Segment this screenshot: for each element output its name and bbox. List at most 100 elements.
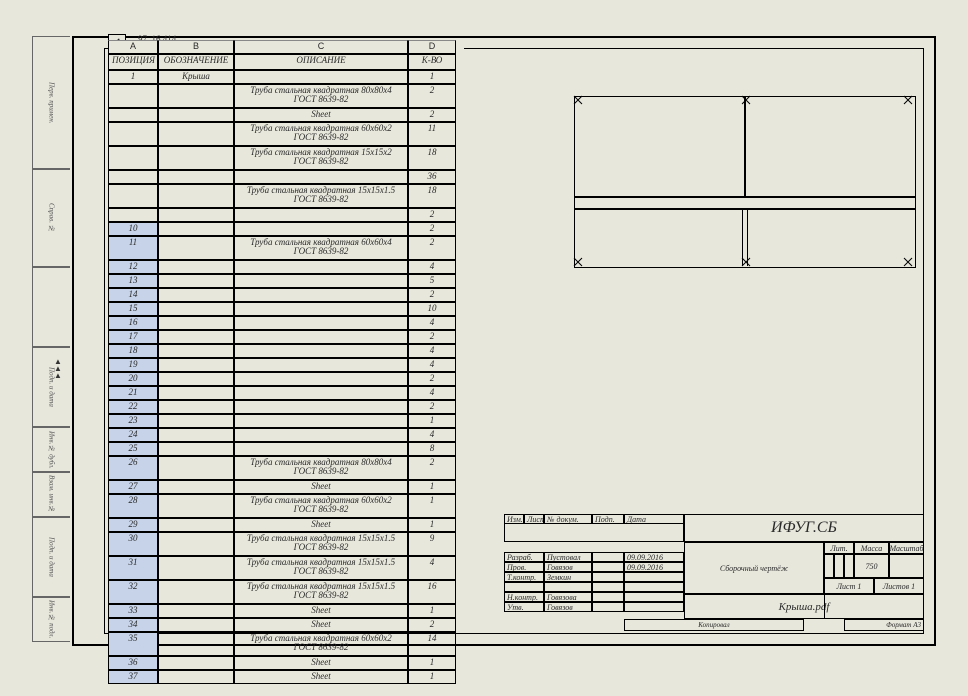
cell[interactable]: 2 (408, 222, 456, 236)
table-row[interactable]: Sheet2 (108, 108, 464, 122)
cell[interactable]: 2 (408, 108, 456, 122)
cell[interactable] (158, 556, 234, 580)
hdr-position[interactable]: ПОЗИЦИЯ (108, 54, 158, 70)
cell[interactable]: Труба стальная квадратная 15x15x1.5 ГОСТ… (234, 556, 408, 580)
cell[interactable] (158, 428, 234, 442)
tb-scale-value[interactable] (889, 554, 924, 578)
cell[interactable] (234, 170, 408, 184)
tb-company[interactable] (824, 594, 924, 619)
tb-role-name[interactable]: Пустовал (544, 552, 592, 562)
cell[interactable] (158, 414, 234, 428)
cell[interactable]: Sheet (234, 656, 408, 670)
table-row[interactable]: 28Труба стальная квадратная 60x60x2 ГОСТ… (108, 494, 464, 518)
cell[interactable] (108, 184, 158, 208)
cell[interactable] (234, 372, 408, 386)
cell[interactable]: Труба стальная квадратная 80x80x4 ГОСТ 8… (234, 456, 408, 480)
table-row[interactable]: 142 (108, 288, 464, 302)
cell[interactable] (158, 372, 234, 386)
table-row[interactable]: 31Труба стальная квадратная 15x15x1.5 ГО… (108, 556, 464, 580)
cell[interactable]: 2 (408, 456, 456, 480)
cell[interactable]: 18 (108, 344, 158, 358)
tb-role-name[interactable]: Земкин (544, 572, 592, 582)
cell[interactable]: 2 (408, 618, 456, 632)
tb-role-sign[interactable] (592, 552, 624, 562)
tb-role-name[interactable]: Говязов (544, 602, 592, 612)
cell[interactable] (158, 604, 234, 618)
cell[interactable]: Труба стальная квадратная 60x60x2 ГОСТ 8… (234, 632, 408, 656)
table-row[interactable]: 2 (108, 208, 464, 222)
cell[interactable] (158, 344, 234, 358)
tb-lit3[interactable] (844, 554, 854, 578)
cell[interactable] (158, 442, 234, 456)
table-row[interactable]: 29Sheet1 (108, 518, 464, 532)
cell[interactable] (158, 330, 234, 344)
cell[interactable]: 2 (408, 84, 456, 108)
table-row[interactable]: 27Sheet1 (108, 480, 464, 494)
cell[interactable] (234, 302, 408, 316)
cell[interactable]: 19 (108, 358, 158, 372)
cell[interactable]: Sheet (234, 480, 408, 494)
cad-canvas[interactable]: Перв. примен. Справ. № Подп. и дата Инв.… (32, 10, 942, 660)
tb-role-sign[interactable] (592, 592, 624, 602)
cell[interactable] (158, 358, 234, 372)
table-row[interactable]: Труба стальная квадратная 15x15x2 ГОСТ 8… (108, 146, 464, 170)
drawing-view[interactable] (574, 96, 924, 266)
cell[interactable]: Sheet (234, 518, 408, 532)
cell[interactable]: 26 (108, 456, 158, 480)
cell[interactable] (234, 344, 408, 358)
table-row[interactable]: 36Sheet1 (108, 656, 464, 670)
cell[interactable]: 17 (108, 330, 158, 344)
cell[interactable]: 23 (108, 414, 158, 428)
cell[interactable]: 12 (108, 260, 158, 274)
table-row[interactable]: 12 4 (108, 260, 464, 274)
cell[interactable]: 1 (408, 518, 456, 532)
cell[interactable]: 11 (408, 122, 456, 146)
col-letter-B[interactable]: B (158, 40, 234, 54)
tb-mass-value[interactable]: 750 (854, 554, 889, 578)
cell[interactable]: 4 (408, 428, 456, 442)
table-row[interactable]: 35Труба стальная квадратная 60x60x2 ГОСТ… (108, 632, 464, 656)
cell[interactable] (158, 184, 234, 208)
cell[interactable]: 13 (108, 274, 158, 288)
cell[interactable]: Крыша (158, 70, 234, 84)
cell[interactable]: 4 (408, 556, 456, 580)
cell[interactable] (158, 386, 234, 400)
cell[interactable]: 5 (408, 274, 456, 288)
cell[interactable]: 33 (108, 604, 158, 618)
cell[interactable]: Труба стальная квадратная 15x15x2 ГОСТ 8… (234, 146, 408, 170)
tb-role-date[interactable]: 09.09.2016 (624, 552, 684, 562)
cell[interactable]: 36 (108, 656, 158, 670)
cell[interactable]: 10 (108, 222, 158, 236)
cell[interactable]: 16 (108, 316, 158, 330)
table-row[interactable]: 202 (108, 372, 464, 386)
cell[interactable]: 25 (108, 442, 158, 456)
table-row[interactable]: 214 (108, 386, 464, 400)
cell[interactable] (234, 222, 408, 236)
cell[interactable]: 4 (408, 260, 456, 274)
table-row[interactable]: 32Труба стальная квадратная 15x15x1.5 ГО… (108, 580, 464, 604)
cell[interactable] (234, 260, 408, 274)
cell[interactable]: 14 (108, 288, 158, 302)
table-row[interactable]: 23 1 (108, 414, 464, 428)
cell[interactable]: 16 (408, 580, 456, 604)
cell[interactable] (108, 84, 158, 108)
tb-role[interactable]: Пров. (504, 562, 544, 572)
col-letter-C[interactable]: C (234, 40, 408, 54)
tb-role[interactable]: Т.контр. (504, 572, 544, 582)
cell[interactable] (158, 400, 234, 414)
cell[interactable] (108, 170, 158, 184)
cell[interactable] (158, 518, 234, 532)
cell[interactable] (234, 386, 408, 400)
cell[interactable]: 2 (408, 372, 456, 386)
cell[interactable] (158, 108, 234, 122)
cell[interactable] (158, 122, 234, 146)
cell[interactable]: 11 (108, 236, 158, 260)
cell[interactable]: 28 (108, 494, 158, 518)
cell[interactable] (158, 532, 234, 556)
tb-role-name[interactable]: Говязов (544, 562, 592, 572)
table-row[interactable]: 11 Труба стальная квадратная 60x60x4 ГОСТ… (108, 236, 464, 260)
cell[interactable]: 24 (108, 428, 158, 442)
cell[interactable] (234, 428, 408, 442)
cell[interactable]: Труба стальная квадратная 60x60x4 ГОСТ 8… (234, 236, 408, 260)
cell[interactable]: 1 (408, 414, 456, 428)
